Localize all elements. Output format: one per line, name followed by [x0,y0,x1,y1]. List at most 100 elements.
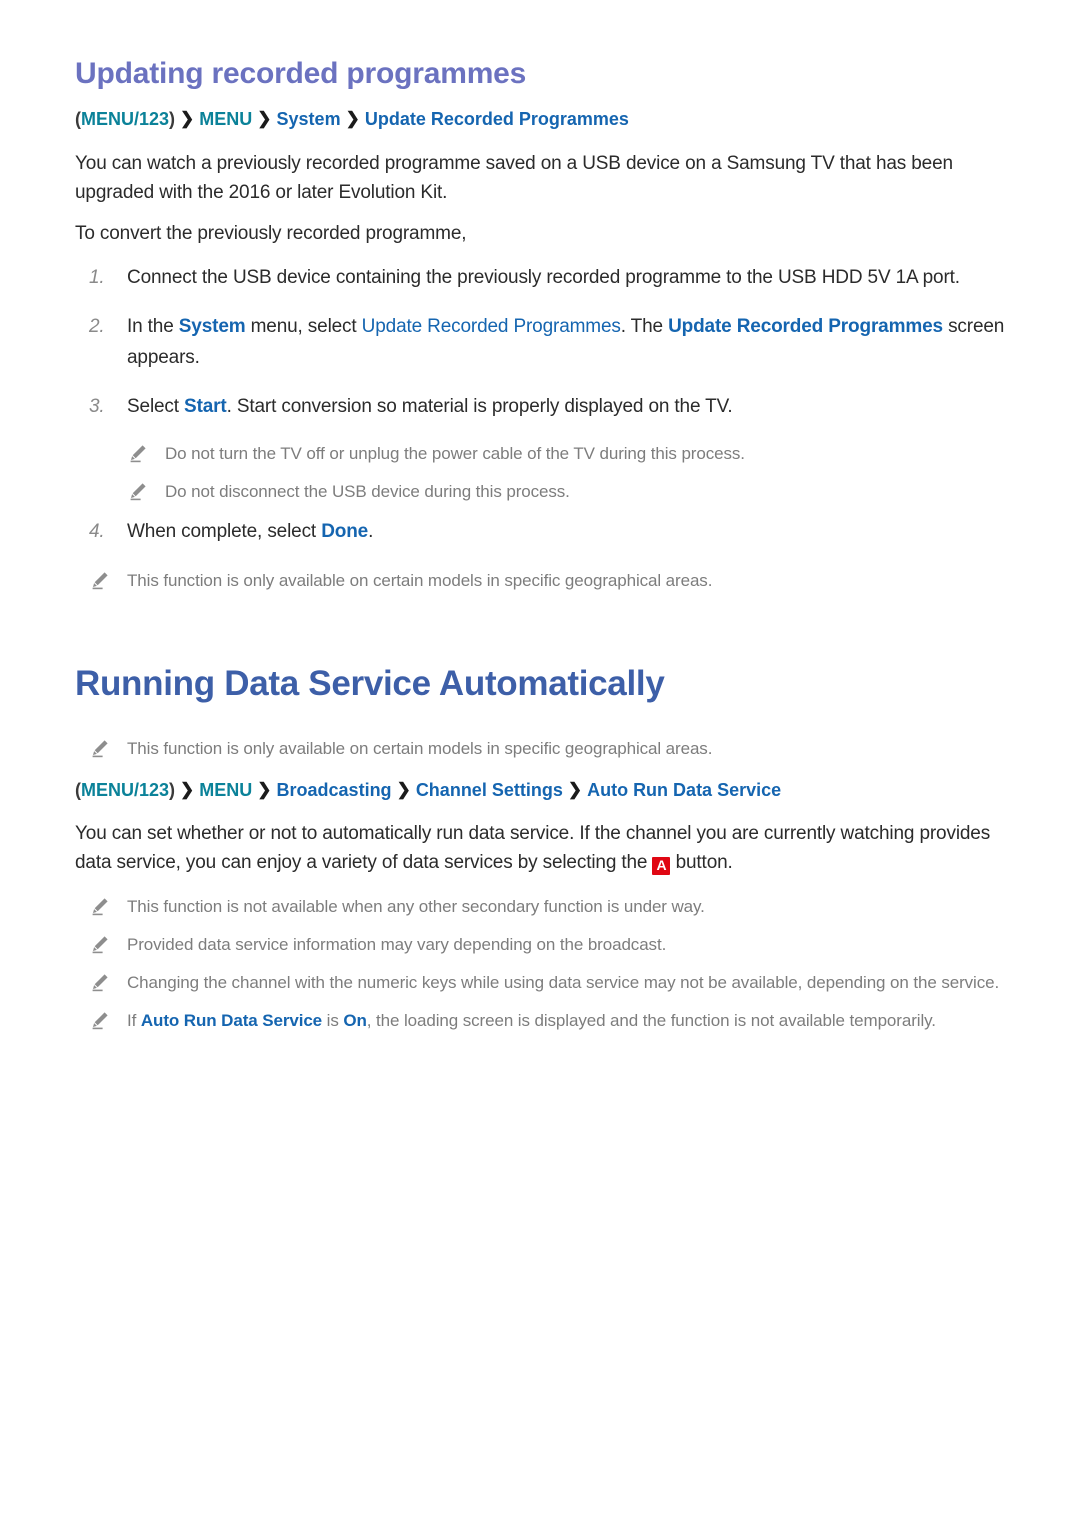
note-item: This function is only available on certa… [75,567,1005,595]
text-run: This function is not available when any … [127,897,705,917]
note-text: Do not disconnect the USB device during … [165,481,570,501]
link-run[interactable]: Done [321,521,368,542]
note-item: Changing the channel with the numeric ke… [75,969,1005,997]
note-text: Do not turn the TV off or unplug the pow… [165,443,745,463]
step-number: 3. [89,395,105,417]
text-run: . The [620,315,669,337]
text-run: menu, select [245,315,362,337]
chevron-right-icon: ❯ [180,779,195,799]
data-service-paragraph: You can set whether or not to automatica… [75,819,1005,877]
chevron-right-icon: ❯ [345,109,360,128]
note-item: This function is only available on certa… [75,735,1005,763]
breadcrumb-item-system[interactable]: System [277,109,341,129]
breadcrumb-item-menu[interactable]: MENU [199,780,252,800]
paragraph-text-before-key: You can set whether or not to automatica… [75,823,991,874]
step-text: In the System menu, select Update Record… [127,316,1004,368]
step-text: Select Start. Start conversion so materi… [127,396,733,417]
breadcrumb-item-update-recorded-programmes[interactable]: Update Recorded Programmes [365,109,629,129]
breadcrumb-system-update: (MENU/123) ❯ MENU ❯ System ❯ Update Recorded P… [75,106,1005,133]
chevron-right-icon: ❯ [180,109,195,128]
text-run: If [127,1011,141,1031]
chevron-right-icon: ❯ [396,779,411,799]
chevron-right-icon: ❯ [257,779,272,799]
text-run: Provided data service information may va… [127,935,667,955]
link-run[interactable]: System [179,316,246,337]
note-item: This function is not available when any … [75,893,1005,921]
link-run[interactable]: Update Recorded Programmes [362,316,621,337]
link-run[interactable]: Update Recorded Programmes [668,316,943,337]
breadcrumb-auto-run-data-service: (MENU/123) ❯ MENU ❯ Broadcasting ❯ Channel Set… [75,777,1005,804]
top-spacer [75,0,1005,56]
ordered-step: 3. Select Start. Start conversion so mat… [75,391,1005,422]
note-text: Provided data service information may va… [127,935,666,954]
step-text: When complete, select Done. [127,521,373,542]
pencil-icon [91,571,109,590]
intro-paragraph: You can watch a previously recorded prog… [75,152,953,203]
lead-in-paragraph: To convert the previously recorded progr… [75,222,467,244]
link-run[interactable]: On [343,1011,367,1030]
breadcrumb-item-auto-run-data-service[interactable]: Auto Run Data Service [587,780,781,800]
text-run: Connect the USB device containing the pr… [127,266,960,288]
breadcrumb-item-broadcasting[interactable]: Broadcasting [277,780,392,800]
text-run: In the [127,315,179,337]
note-item: If Auto Run Data Service is On, the load… [75,1007,1005,1035]
breadcrumb-item-menu123[interactable]: MENU/123 [81,109,169,129]
text-run: , the loading screen is displayed and th… [366,1011,936,1031]
text-run: . [368,520,374,542]
ordered-step: 4. When complete, select Done. [75,516,1005,547]
link-run[interactable]: Auto Run Data Service [141,1011,322,1030]
pencil-icon [129,482,147,501]
pencil-icon [91,1011,109,1030]
page-title-updating-recorded-programmes: Updating recorded programmes [75,57,527,90]
breadcrumb-item-menu123[interactable]: MENU/123 [81,780,169,800]
pencil-icon [129,444,147,463]
text-run: When complete, select [127,520,322,542]
pencil-icon [91,973,109,992]
note-item: Provided data service information may va… [75,931,1005,959]
pencil-icon [91,739,109,758]
text-run: Changing the channel with the numeric ke… [127,973,1000,993]
red-a-button-icon: A [652,857,671,876]
breadcrumb-item-menu[interactable]: MENU [199,109,252,129]
note-text: If Auto Run Data Service is On, the load… [127,1011,936,1030]
breadcrumb-item-channel-settings[interactable]: Channel Settings [416,780,563,800]
step-number: 4. [89,520,105,542]
chevron-right-icon: ❯ [257,109,272,128]
text-run: Select [127,395,185,417]
link-run[interactable]: Start [184,396,227,417]
text-run: . Start conversion so material is proper… [226,395,733,417]
chevron-right-icon: ❯ [567,779,583,799]
note-text: Changing the channel with the numeric ke… [127,973,999,992]
pencil-icon [91,897,109,916]
page-title-running-data-service-automatically: Running Data Service Automatically [75,663,665,703]
step-number: 2. [89,315,105,337]
step-number: 1. [89,266,105,288]
note-item: Do not turn the TV off or unplug the pow… [75,440,1005,468]
step-text: Connect the USB device containing the pr… [127,267,960,288]
ordered-step: 1. Connect the USB device containing the… [75,262,1005,293]
ordered-step: 2. In the System menu, select Update Rec… [75,311,1005,373]
note-item: Do not disconnect the USB device during … [75,478,1005,506]
note-text: This function is not available when any … [127,897,705,916]
note-text: This function is only available on certa… [127,738,713,758]
document-page: Updating recorded programmes (MENU/123) ❯… [0,0,1080,1527]
text-run: is [322,1011,344,1031]
note-text: This function is only available on certa… [127,570,713,590]
